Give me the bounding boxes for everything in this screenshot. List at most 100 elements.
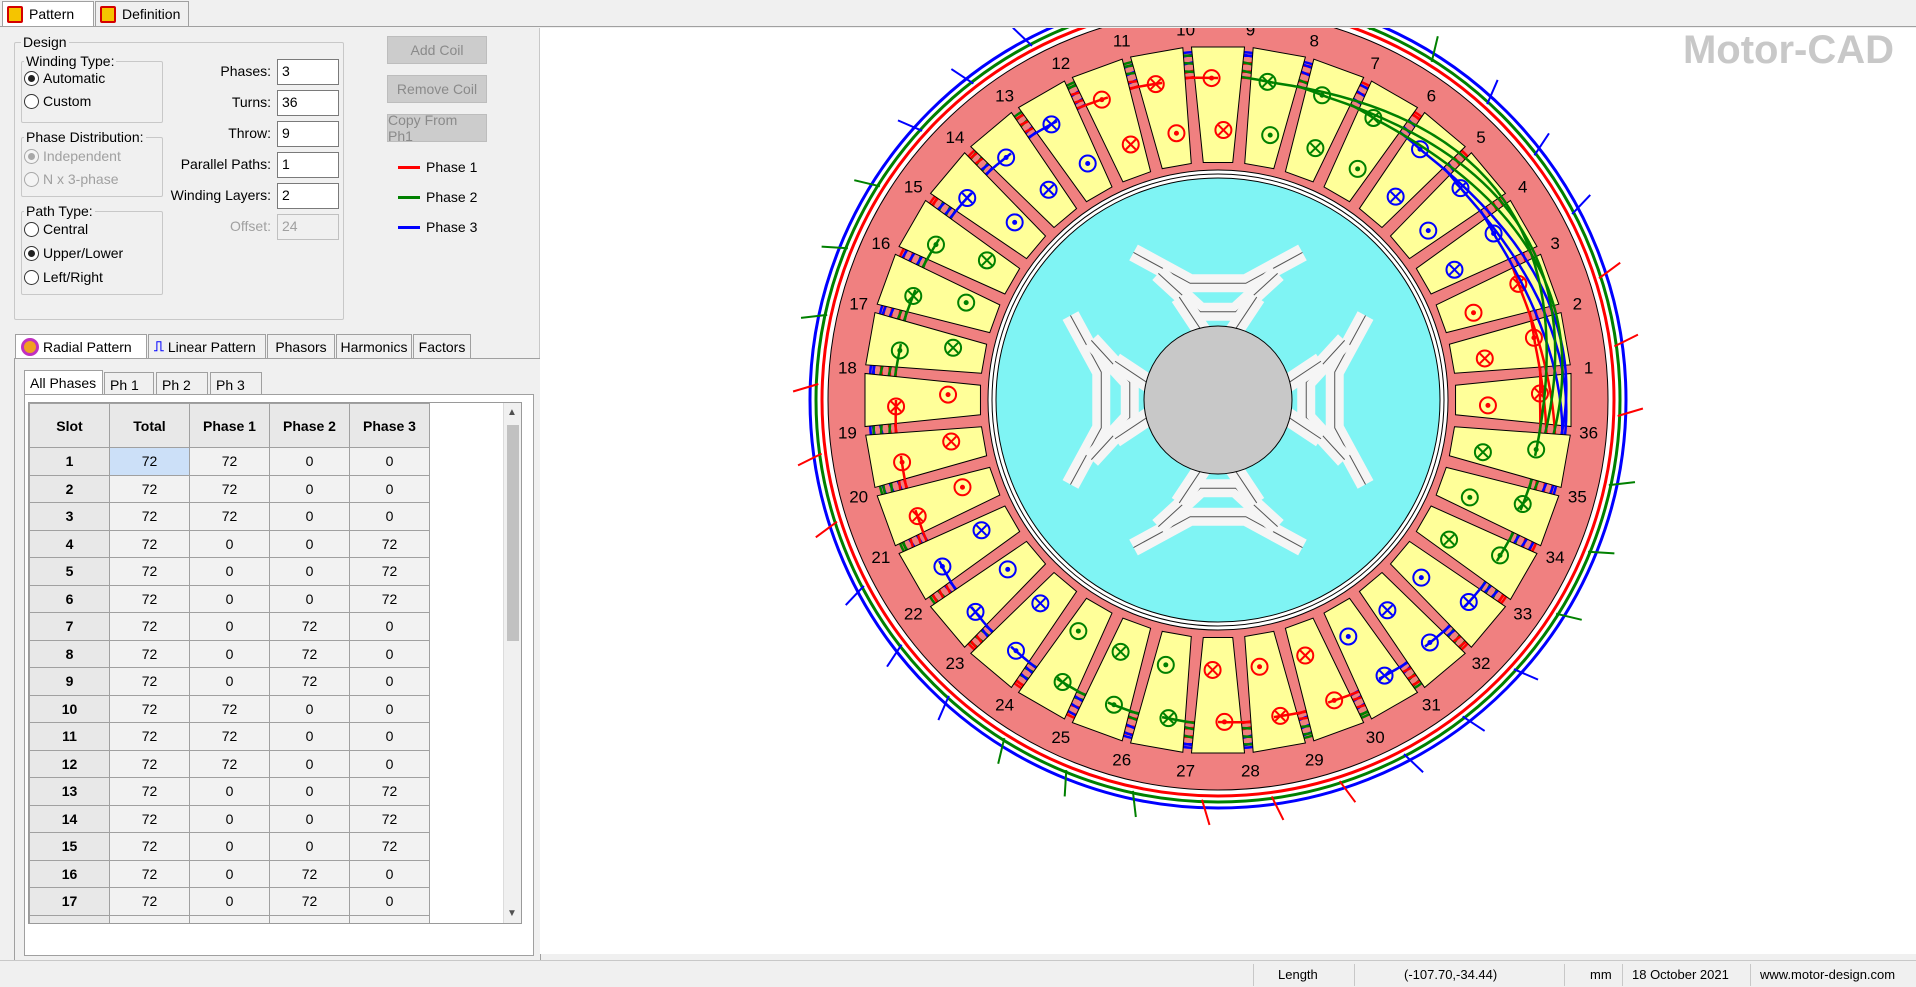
table-cell[interactable]: 0 [269, 557, 350, 586]
table-cell[interactable]: 72 [109, 777, 190, 806]
table-cell[interactable]: 72 [349, 777, 430, 806]
table-cell[interactable]: 0 [269, 474, 350, 503]
tab-pattern[interactable]: Pattern [2, 1, 94, 26]
turns-input[interactable]: 36 [277, 90, 339, 116]
table-cell[interactable]: 0 [349, 859, 430, 888]
table-cell[interactable]: 0 [189, 804, 270, 833]
table-cell[interactable]: 0 [269, 777, 350, 806]
table-cell[interactable]: 72 [109, 639, 190, 668]
radio-checked[interactable] [24, 148, 39, 164]
table-row[interactable]: 3 72 72 0 0 [29, 502, 430, 531]
table-cell[interactable]: 0 [189, 584, 270, 613]
table-cell[interactable]: 0 [269, 584, 350, 613]
table-row[interactable]: 14 72 0 0 72 [29, 804, 430, 833]
table-cell[interactable]: 72 [269, 914, 350, 923]
table-cell[interactable]: 0 [189, 859, 270, 888]
table-cell[interactable]: 0 [269, 447, 350, 476]
radio-unchecked[interactable] [24, 93, 39, 109]
table-cell[interactable]: 0 [349, 502, 430, 531]
col-slot[interactable]: Slot [29, 403, 110, 448]
tab-linear-pattern[interactable]: ⎍ Linear Pattern [148, 334, 266, 358]
table-cell[interactable]: 72 [349, 832, 430, 861]
slot-cell[interactable]: 16 [29, 859, 110, 888]
table-cell[interactable]: 0 [269, 804, 350, 833]
slot-cell[interactable]: 13 [29, 777, 110, 806]
table-cell[interactable]: 72 [109, 694, 190, 723]
slot-cell[interactable]: 1 [29, 447, 110, 476]
offset-input[interactable]: 24 [277, 214, 339, 240]
table-cell[interactable]: 0 [349, 474, 430, 503]
table-cell[interactable]: 72 [109, 832, 190, 861]
table-row[interactable]: 17 72 0 72 0 [29, 887, 430, 916]
table-cell[interactable]: 72 [109, 474, 190, 503]
table-cell[interactable]: 0 [269, 529, 350, 558]
remove-coil-button[interactable]: Remove Coil [387, 75, 487, 103]
tab-ph1[interactable]: Ph 1 [104, 372, 154, 396]
slot-cell[interactable]: 15 [29, 832, 110, 861]
table-cell[interactable]: 72 [109, 612, 190, 641]
table-cell[interactable]: 72 [109, 557, 190, 586]
copy-from-ph1-button[interactable]: Copy From Ph1 [387, 112, 487, 144]
table-row[interactable]: 15 72 0 0 72 [29, 832, 430, 861]
table-cell[interactable]: 0 [269, 502, 350, 531]
table-cell[interactable]: 0 [349, 914, 430, 923]
table-cell[interactable]: 72 [189, 502, 270, 531]
table-cell[interactable]: 0 [189, 914, 270, 923]
table-cell[interactable]: 72 [189, 722, 270, 751]
table-row[interactable]: 12 72 72 0 0 [29, 749, 430, 778]
phases-input[interactable]: 3 [277, 59, 339, 85]
slot-cell[interactable]: 9 [29, 667, 110, 696]
winding-automatic-radio[interactable]: Automatic [24, 70, 105, 86]
col-total[interactable]: Total [109, 403, 190, 448]
table-cell[interactable]: 72 [349, 804, 430, 833]
add-coil-button[interactable]: Add Coil [387, 36, 487, 64]
table-row[interactable]: 10 72 72 0 0 [29, 694, 430, 723]
path-upperlower-radio[interactable]: Upper/Lower [24, 245, 123, 261]
tab-ph3[interactable]: Ph 3 [210, 372, 262, 396]
table-cell[interactable]: 0 [349, 447, 430, 476]
table-cell[interactable]: 72 [349, 529, 430, 558]
slot-cell[interactable]: 7 [29, 612, 110, 641]
table-cell[interactable]: 0 [349, 694, 430, 723]
col-phase2[interactable]: Phase 2 [269, 403, 350, 448]
slot-cell[interactable]: 10 [29, 694, 110, 723]
table-scrollbar[interactable]: ▲ ▼ [503, 403, 521, 923]
slot-cell[interactable]: 2 [29, 474, 110, 503]
table-cell[interactable]: 0 [189, 612, 270, 641]
slot-cell[interactable]: 14 [29, 804, 110, 833]
scroll-up-icon[interactable]: ▲ [507, 407, 517, 418]
table-cell[interactable]: 0 [349, 667, 430, 696]
table-cell[interactable]: 72 [109, 749, 190, 778]
slot-cell[interactable]: 6 [29, 584, 110, 613]
parallel-paths-input[interactable]: 1 [277, 152, 339, 178]
table-cell[interactable]: 0 [349, 722, 430, 751]
tab-phasors[interactable]: Phasors [267, 334, 335, 358]
radio-unchecked[interactable] [24, 269, 39, 285]
tab-definition[interactable]: Definition [95, 1, 189, 26]
table-cell[interactable]: 0 [349, 639, 430, 668]
table-cell[interactable]: 72 [349, 584, 430, 613]
table-cell[interactable]: 0 [189, 887, 270, 916]
table-row[interactable]: 16 72 0 72 0 [29, 859, 430, 888]
table-row[interactable]: 4 72 0 0 72 [29, 529, 430, 558]
table-row[interactable]: 18720720 [29, 914, 430, 923]
table-cell[interactable]: 72 [269, 639, 350, 668]
tab-all-phases[interactable]: All Phases [24, 370, 103, 394]
slot-cell[interactable]: 5 [29, 557, 110, 586]
table-cell[interactable]: 72 [109, 447, 190, 476]
table-row[interactable]: 1 72 72 0 0 [29, 447, 430, 476]
table-cell[interactable]: 72 [189, 474, 270, 503]
table-cell[interactable]: 0 [349, 612, 430, 641]
radio-checked[interactable] [24, 245, 39, 261]
col-phase1[interactable]: Phase 1 [189, 403, 270, 448]
table-cell[interactable]: 72 [269, 887, 350, 916]
table-cell[interactable]: 0 [189, 777, 270, 806]
table-cell[interactable]: 0 [269, 749, 350, 778]
distribution-independent-radio[interactable]: Independent [24, 148, 121, 164]
table-cell[interactable]: 0 [349, 749, 430, 778]
table-cell[interactable]: 72 [189, 694, 270, 723]
radio-checked[interactable] [24, 70, 39, 86]
table-row[interactable]: 9 72 0 72 0 [29, 667, 430, 696]
table-cell[interactable]: 72 [349, 557, 430, 586]
table-cell[interactable]: 72 [109, 914, 190, 923]
